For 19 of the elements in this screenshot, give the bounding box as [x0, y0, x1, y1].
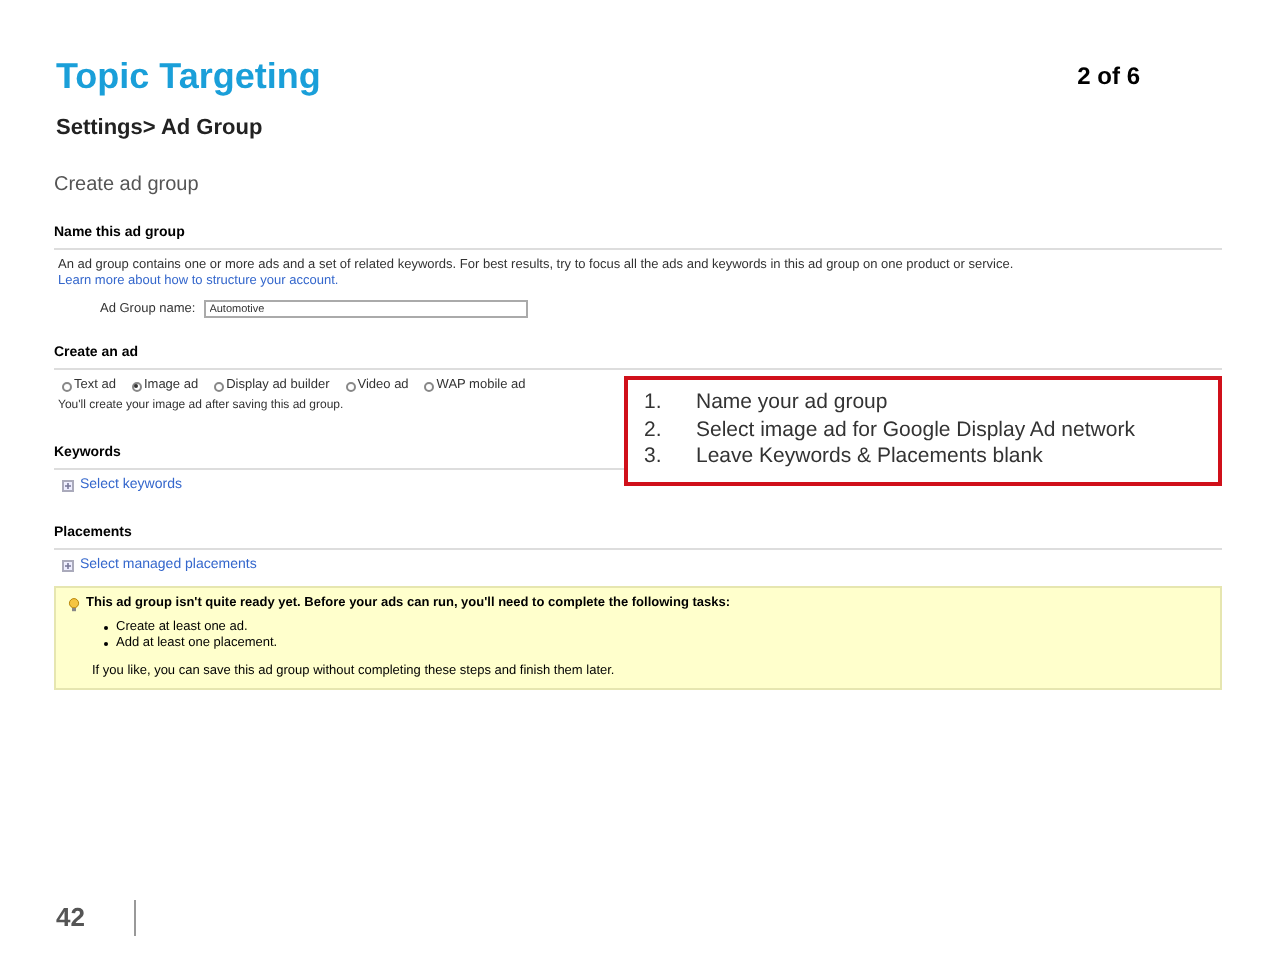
step-text: Select image ad for Google Display Ad network — [696, 417, 1135, 445]
step-text: Name your ad group — [696, 390, 888, 418]
page-heading: Create ad group — [54, 173, 201, 198]
radio-button[interactable] — [62, 381, 72, 392]
radio-button[interactable] — [214, 381, 225, 392]
step-number: 2. — [644, 417, 664, 445]
step-number: 3. — [644, 444, 664, 472]
page-counter: 2 of 6 — [1077, 60, 1140, 94]
slide-subtitle: Settings> Ad Group — [56, 114, 265, 144]
lightbulb-icon — [68, 597, 80, 612]
radio-button[interactable] — [424, 381, 435, 392]
slide-title: Topic Targeting — [56, 58, 321, 94]
expand-icon — [62, 480, 74, 493]
radio-button[interactable] — [345, 381, 356, 392]
expand-icon — [62, 560, 74, 572]
slide-number: 42 — [56, 900, 85, 936]
radio-button[interactable] — [131, 381, 142, 392]
step-number: 1. — [644, 390, 664, 418]
step-text: Leave Keywords & Placements blank — [696, 444, 1043, 472]
